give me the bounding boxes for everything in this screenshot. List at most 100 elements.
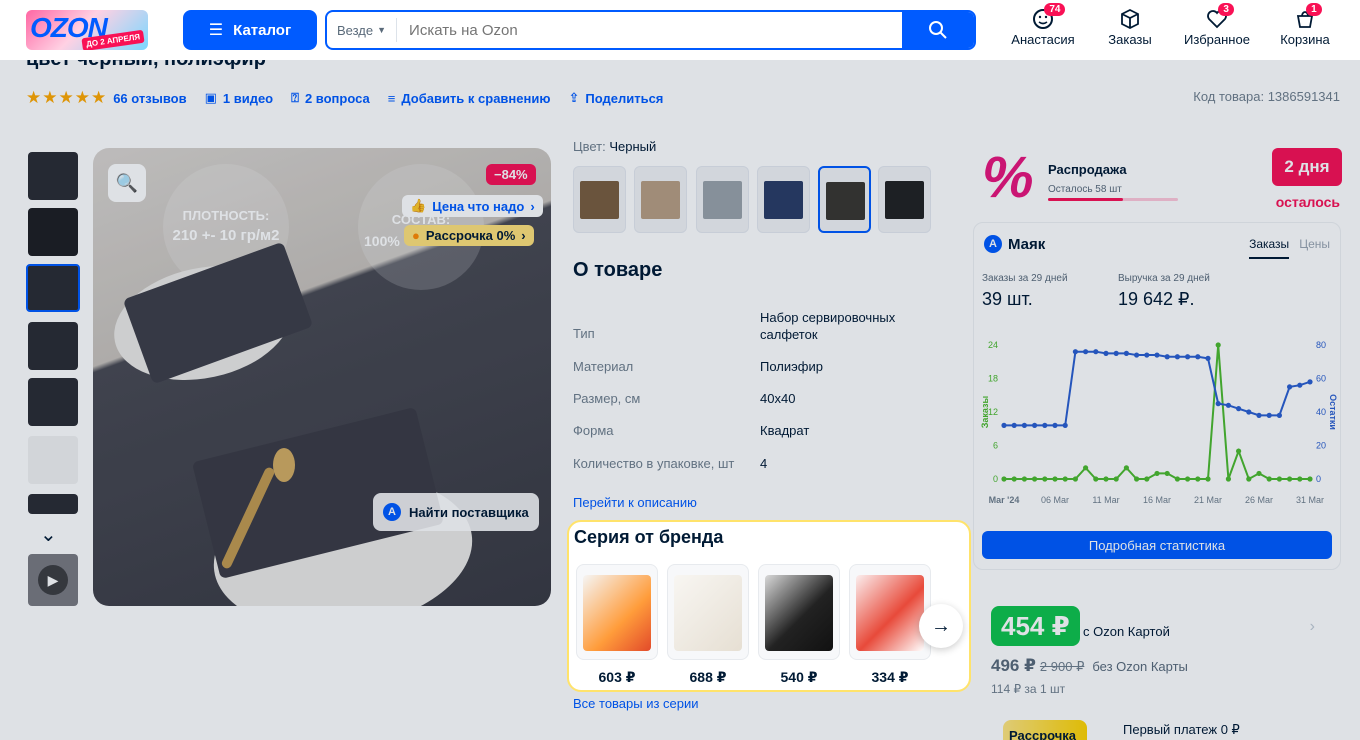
series-point-orders — [1123, 465, 1129, 471]
mayak-widget: A Маяк Заказы Цены Заказы за 29 дней 39 ш… — [973, 222, 1341, 570]
x-tick-label: 21 Mar — [1194, 495, 1222, 505]
gallery-thumb[interactable] — [28, 152, 78, 200]
old-price: 2 900 ₽ — [1039, 659, 1085, 674]
search-input[interactable] — [397, 21, 902, 39]
share-icon: ⇪ — [568, 90, 580, 105]
tab-prices[interactable]: Цены — [1299, 237, 1330, 259]
series-point-orders — [1195, 476, 1201, 482]
mayak-tabs: Заказы Цены — [1249, 237, 1330, 259]
mayak-title-label: Маяк — [1008, 235, 1046, 253]
chevron-right-icon: › — [530, 198, 535, 214]
find-supplier-button[interactable]: A Найти поставщика — [373, 493, 539, 531]
series-point-stock — [1062, 422, 1068, 428]
discount-badge: −84% — [486, 164, 536, 185]
gallery-thumb[interactable] — [28, 436, 78, 484]
color-variant-selected[interactable] — [818, 166, 871, 233]
series-item[interactable] — [849, 564, 931, 660]
series-point-orders — [1093, 476, 1099, 482]
color-variant[interactable] — [634, 166, 687, 233]
arrow-right-icon: → — [931, 614, 951, 637]
product-meta: ★★★★★ 66 отзывов ▣ 1 видео ⍰ 2 вопроса ≡ Доб… — [26, 88, 663, 108]
installment-chip[interactable]: Рассрочка 0% — [1003, 720, 1087, 740]
color-variant[interactable] — [757, 166, 810, 233]
sale-days-badge: 2 дня — [1272, 148, 1342, 186]
ozon-logo[interactable]: OZON ДО 2 АПРЕЛЯ — [26, 10, 148, 50]
supplier-icon: A — [383, 503, 401, 521]
compare-label: Добавить к сравнению — [401, 90, 551, 106]
ozon-card-price: 454 ₽ — [991, 606, 1080, 646]
gallery-thumb-active[interactable] — [26, 264, 80, 312]
video-thumb[interactable]: ▶ — [28, 554, 78, 606]
series-item[interactable] — [758, 564, 840, 660]
search-scope-select[interactable]: Везде ▼ — [327, 18, 398, 42]
chevron-right-icon[interactable]: › — [1310, 618, 1315, 636]
series-point-stock — [1032, 422, 1038, 428]
reviews-link[interactable]: ★★★★★ 66 отзывов — [26, 88, 187, 108]
share-link[interactable]: ⇪ Поделиться — [568, 90, 663, 106]
gallery-thumb[interactable] — [28, 208, 78, 256]
video-link[interactable]: ▣ 1 видео — [205, 90, 274, 106]
series-point-orders — [1185, 476, 1191, 482]
profile-badge: 74 — [1044, 3, 1066, 16]
sale-progress-fill — [1048, 198, 1124, 201]
series-point-stock — [1052, 422, 1058, 428]
series-point-stock — [1021, 422, 1027, 428]
series-point-orders — [1134, 476, 1140, 482]
search-button[interactable] — [902, 12, 974, 48]
gallery-thumb[interactable] — [28, 494, 78, 514]
installment-badge[interactable]: ● Рассрочка 0% › — [404, 225, 534, 246]
nav-profile[interactable]: 74 Анастасия — [1010, 3, 1076, 47]
series-price: 540 ₽ — [780, 669, 818, 685]
price-ok-badge[interactable]: 👍 Цена что надо › — [402, 195, 543, 217]
gallery-thumb[interactable] — [28, 322, 78, 370]
image-search-icon[interactable]: 🔍 — [108, 164, 146, 202]
nav-cart[interactable]: 1 Корзина — [1278, 3, 1332, 47]
series-item[interactable] — [667, 564, 749, 660]
series-point-orders — [1276, 476, 1282, 482]
series-point-orders — [1083, 465, 1089, 471]
series-next-button[interactable]: → — [919, 604, 963, 648]
mayak-title: A Маяк — [984, 235, 1045, 253]
series-point-stock — [1195, 354, 1201, 360]
gallery-thumb[interactable] — [28, 378, 78, 426]
catalog-button[interactable]: ☰ Каталог — [183, 10, 317, 50]
sale-banner[interactable]: % Распродажа Осталось 58 шт 2 дня остало… — [980, 148, 1342, 210]
series-point-orders — [1174, 476, 1180, 482]
detailed-stats-button[interactable]: Подробная статистика — [982, 531, 1332, 559]
color-row: Цвет: Черный — [573, 139, 656, 154]
chevron-down-icon[interactable]: ⌄ — [40, 522, 57, 547]
series-point-stock — [1225, 402, 1231, 408]
compare-icon: ≡ — [387, 90, 396, 106]
all-series-link[interactable]: Все товары из серии — [573, 696, 699, 711]
series-point-stock — [1256, 412, 1262, 418]
series-point-orders — [1021, 476, 1027, 482]
compare-link[interactable]: ≡ Добавить к сравнению — [388, 91, 551, 106]
color-variant[interactable] — [696, 166, 749, 233]
series-point-stock — [1236, 406, 1242, 412]
series-line-stock — [1004, 350, 1311, 427]
regular-price: 496 ₽2 900 ₽ без Ozon Карты — [991, 656, 1188, 676]
nav-orders[interactable]: Заказы — [1106, 6, 1154, 47]
price-value: 496 ₽ — [991, 656, 1036, 675]
goto-description-link[interactable]: Перейти к описанию — [573, 495, 697, 510]
prop-value: Квадрат — [760, 423, 810, 438]
color-variant[interactable] — [878, 166, 931, 233]
orders-stat-label: Заказы за 29 дней — [982, 273, 1068, 284]
tab-orders[interactable]: Заказы — [1249, 237, 1290, 259]
thumb-up-icon: 👍 — [410, 198, 427, 213]
series-point-stock — [1246, 409, 1252, 415]
prop-value: 40x40 — [760, 391, 796, 406]
nav-favorites[interactable]: 3 Избранное — [1182, 3, 1252, 47]
y-tick-label: 6 — [993, 441, 998, 451]
questions-link[interactable]: ⍰ 2 вопроса — [291, 90, 370, 106]
main-product-image[interactable]: 🔍 ПЛОТНОСТЬ: 210 +- 10 гр/м2 СОСТАВ: 100… — [93, 148, 551, 606]
color-variant[interactable] — [573, 166, 626, 233]
orders-stat-value: 39 шт. — [982, 289, 1033, 309]
series-item[interactable] — [576, 564, 658, 660]
series-point-stock — [1215, 401, 1221, 407]
series-point-stock — [1093, 349, 1099, 355]
series-point-stock — [1297, 382, 1303, 388]
color-label: Цвет: — [573, 139, 606, 154]
y2-tick-label: 0 — [1316, 474, 1321, 484]
y2-tick-label: 20 — [1316, 441, 1326, 451]
